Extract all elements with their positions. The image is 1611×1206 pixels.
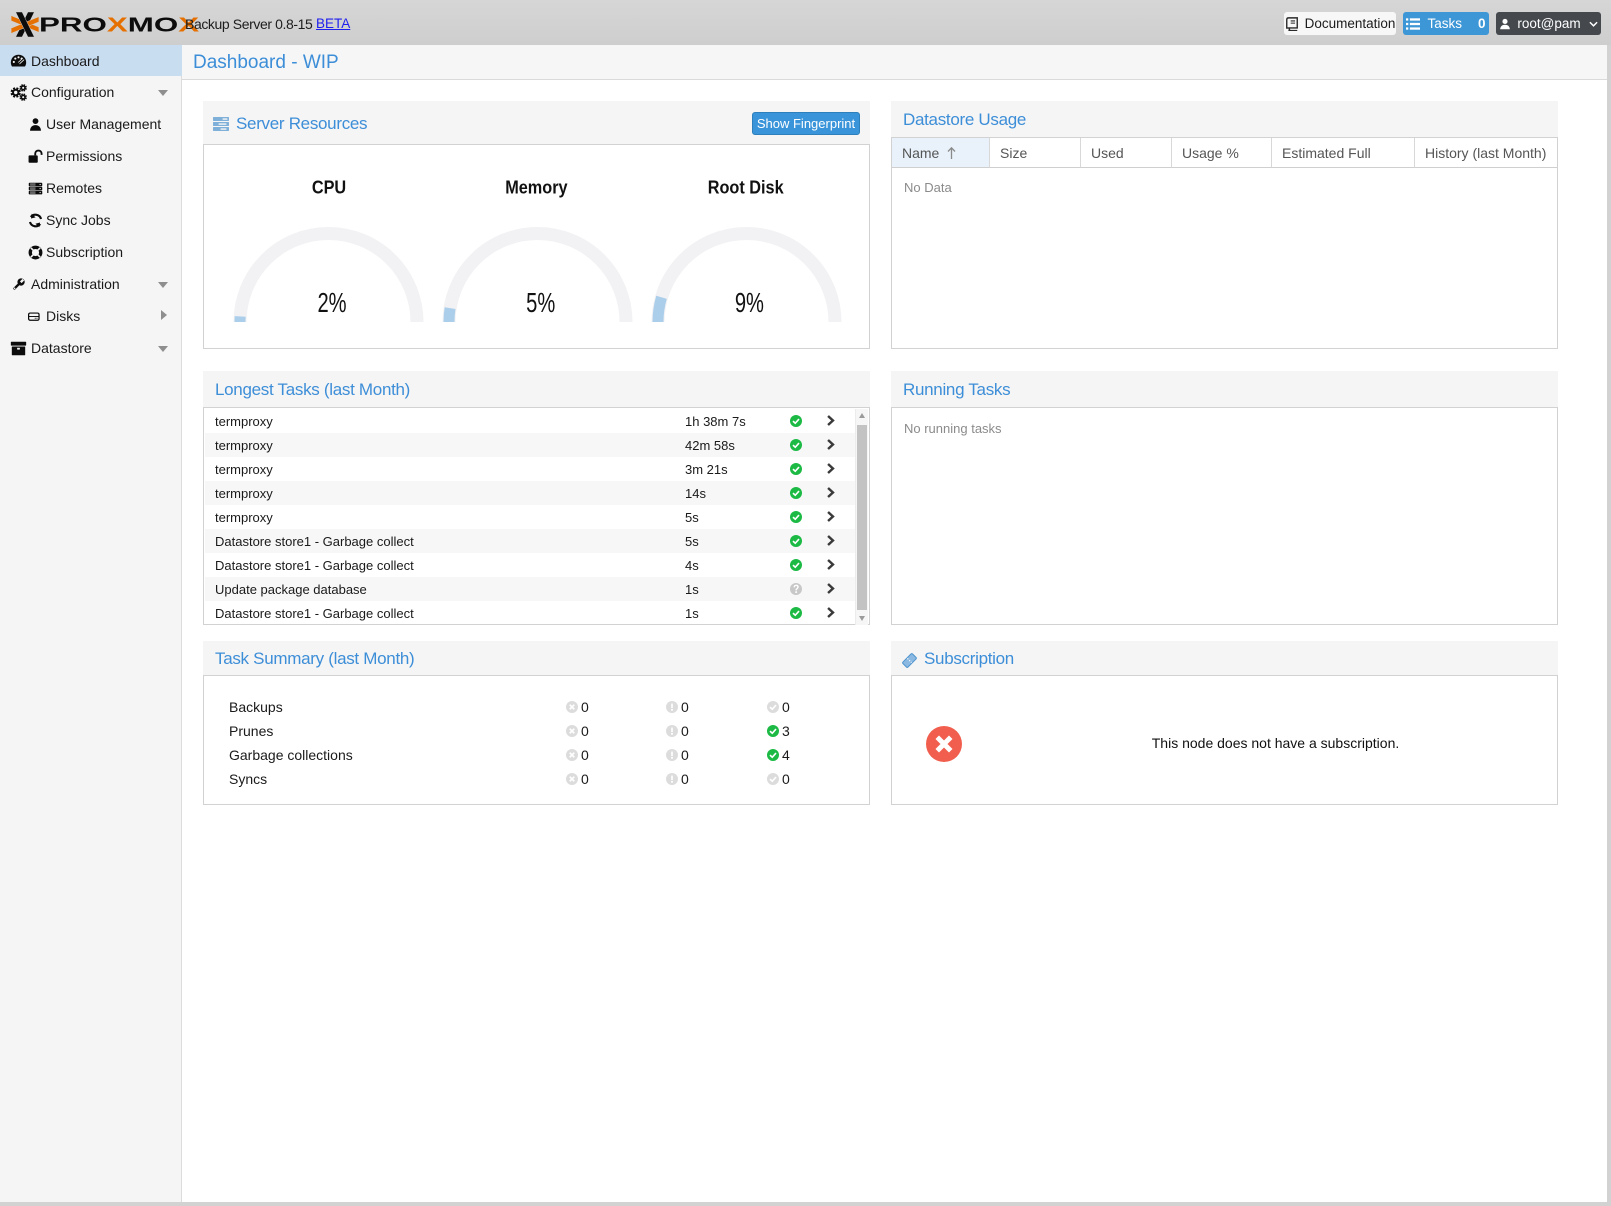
svg-text:5%: 5% — [526, 288, 555, 319]
svg-text:Memory: Memory — [505, 177, 568, 198]
svg-text:9%: 9% — [735, 288, 764, 319]
svg-text:2%: 2% — [317, 288, 346, 319]
svg-text:Root Disk: Root Disk — [708, 177, 784, 198]
svg-text:PROXMOX: PROXMOX — [39, 13, 200, 36]
svg-text:CPU: CPU — [312, 177, 346, 198]
